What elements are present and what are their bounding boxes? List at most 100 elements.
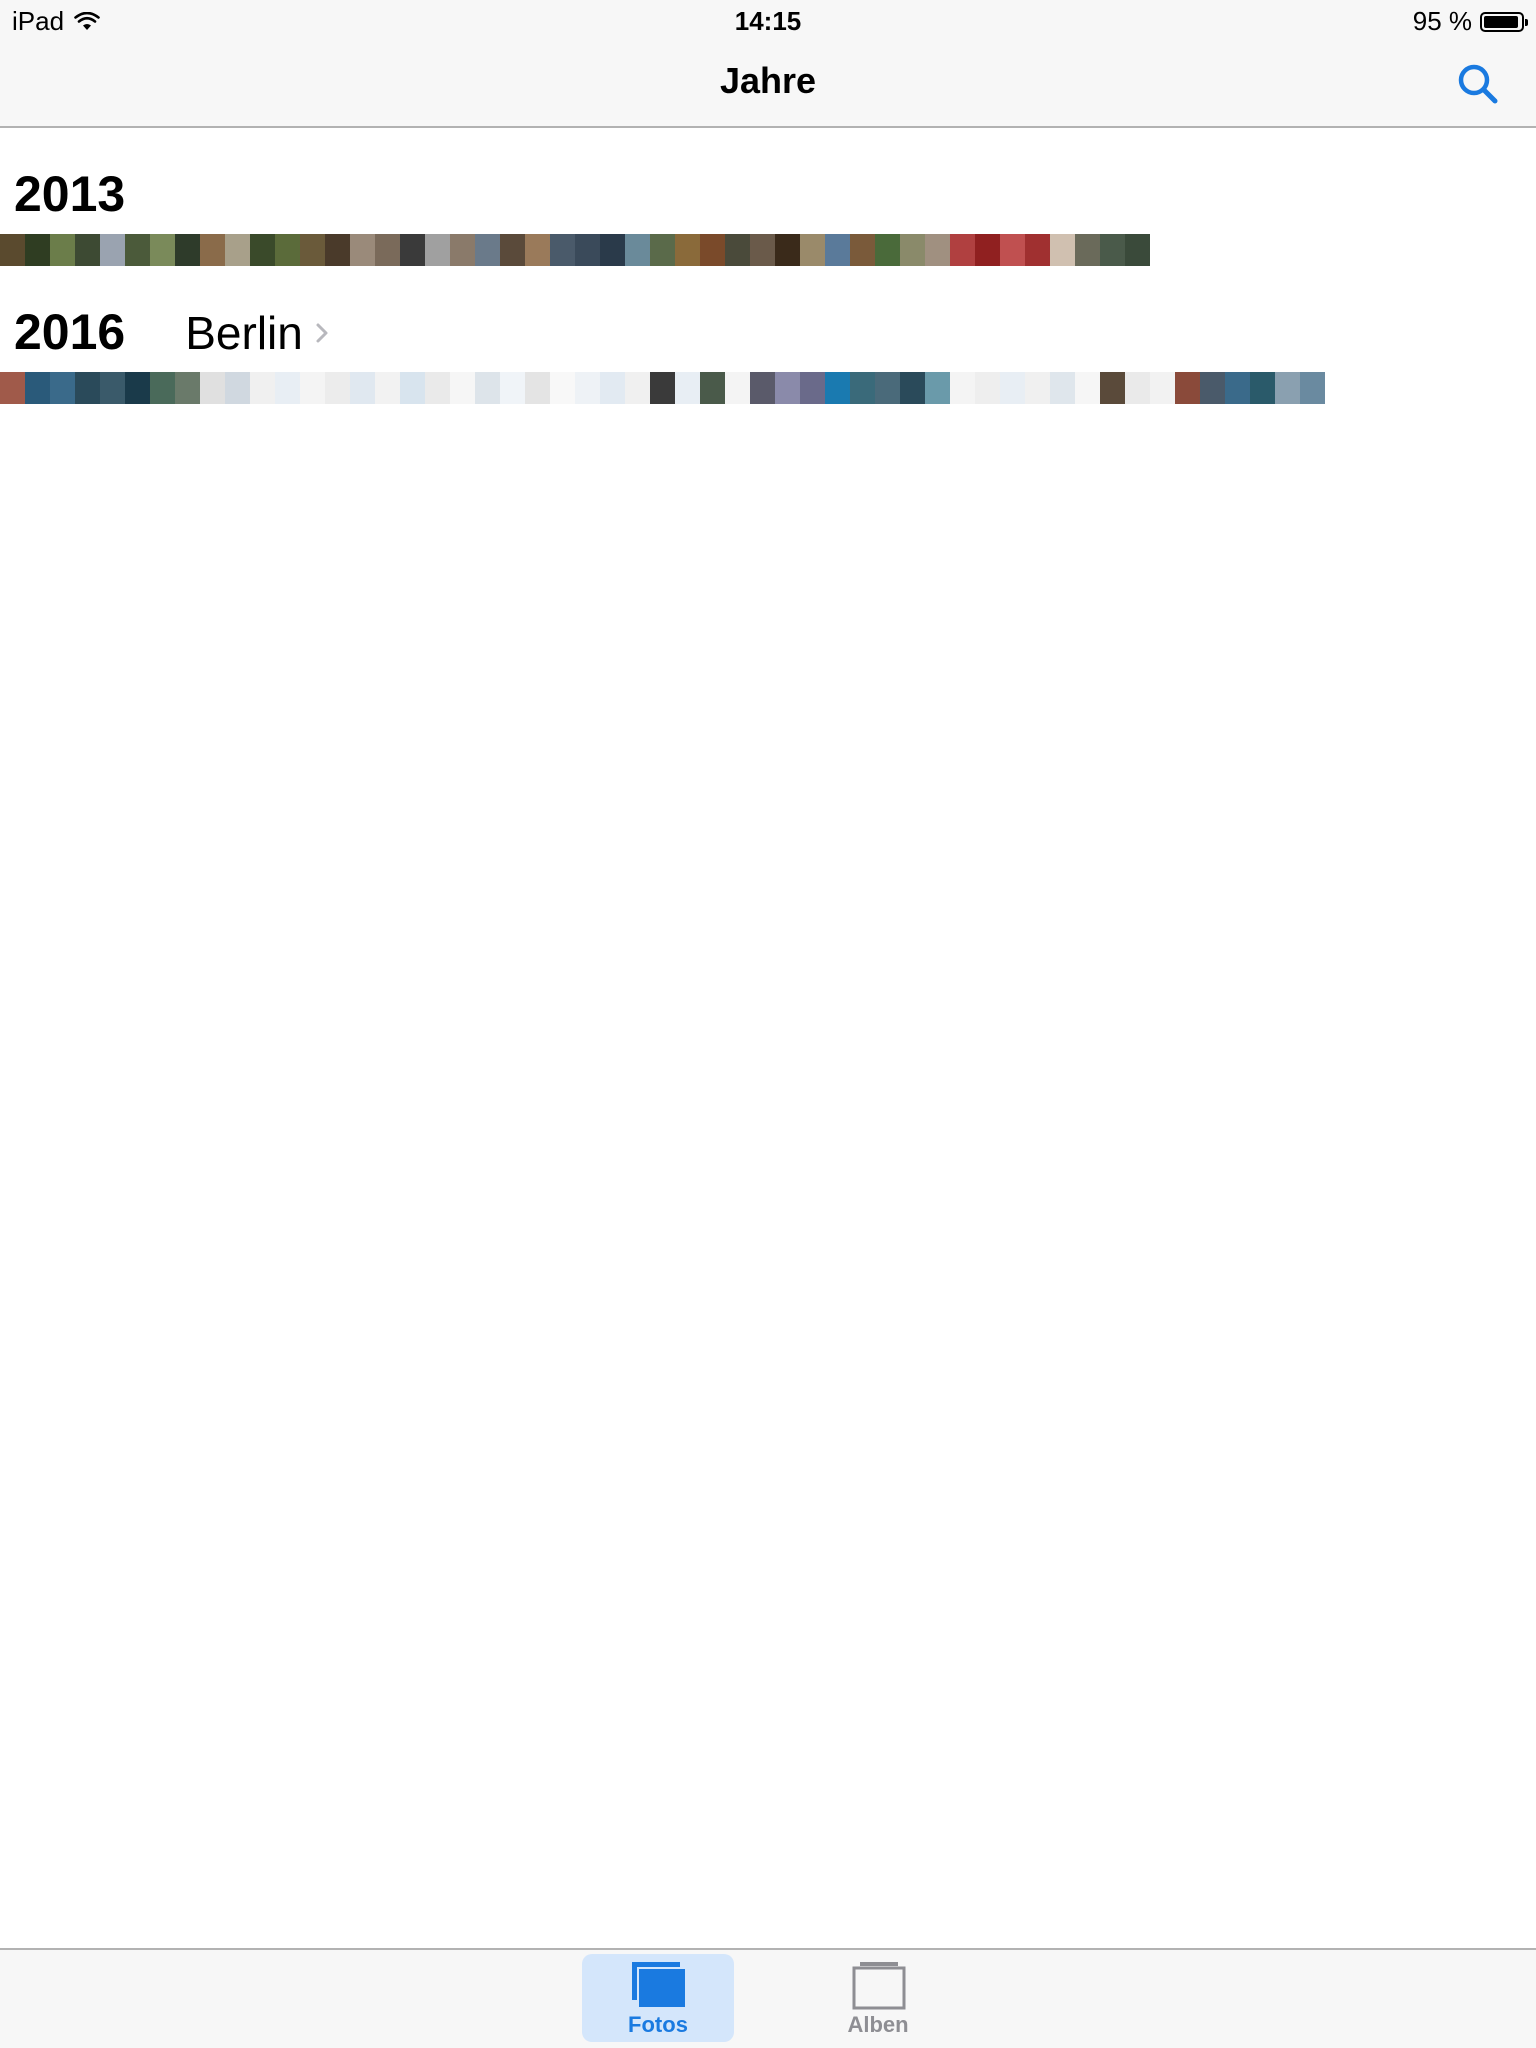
search-button[interactable] — [1456, 62, 1500, 106]
photo-thumbnail[interactable] — [200, 372, 225, 404]
photo-thumbnail[interactable] — [325, 234, 350, 266]
photo-thumbnail[interactable] — [950, 234, 975, 266]
photo-thumbnail[interactable] — [550, 372, 575, 404]
photo-thumbnail[interactable] — [600, 372, 625, 404]
photo-thumbnail[interactable] — [450, 234, 475, 266]
photo-thumbnail[interactable] — [75, 234, 100, 266]
photo-thumbnail[interactable] — [125, 372, 150, 404]
photo-thumbnail[interactable] — [150, 234, 175, 266]
photo-thumbnail[interactable] — [600, 234, 625, 266]
photo-thumbnail[interactable] — [650, 372, 675, 404]
photo-thumbnail[interactable] — [400, 234, 425, 266]
photo-thumbnail[interactable] — [800, 372, 825, 404]
photo-thumbnail[interactable] — [750, 234, 775, 266]
photo-thumbnail[interactable] — [1025, 234, 1050, 266]
photo-thumbnail[interactable] — [1225, 372, 1250, 404]
place-link-berlin[interactable]: Berlin — [185, 301, 329, 365]
photo-thumbnail[interactable] — [450, 372, 475, 404]
photo-thumbnail[interactable] — [800, 234, 825, 266]
photo-thumbnail[interactable] — [1000, 372, 1025, 404]
photo-thumbnail[interactable] — [925, 234, 950, 266]
photo-thumbnail[interactable] — [1125, 372, 1150, 404]
photo-thumbnail[interactable] — [425, 234, 450, 266]
photo-thumbnail[interactable] — [350, 372, 375, 404]
photo-strip[interactable] — [0, 372, 1536, 404]
photo-thumbnail[interactable] — [900, 234, 925, 266]
photo-strip[interactable] — [0, 234, 1536, 266]
photo-thumbnail[interactable] — [1275, 372, 1300, 404]
photo-thumbnail[interactable] — [1000, 234, 1025, 266]
photo-thumbnail[interactable] — [825, 372, 850, 404]
photo-thumbnail[interactable] — [250, 372, 275, 404]
photo-thumbnail[interactable] — [350, 234, 375, 266]
photo-thumbnail[interactable] — [325, 372, 350, 404]
photo-thumbnail[interactable] — [1250, 372, 1275, 404]
photo-thumbnail[interactable] — [1075, 234, 1100, 266]
photo-thumbnail[interactable] — [375, 234, 400, 266]
photo-thumbnail[interactable] — [25, 234, 50, 266]
photo-thumbnail[interactable] — [0, 234, 25, 266]
photo-thumbnail[interactable] — [775, 372, 800, 404]
photo-thumbnail[interactable] — [225, 372, 250, 404]
photo-thumbnail[interactable] — [100, 372, 125, 404]
photo-thumbnail[interactable] — [50, 372, 75, 404]
tab-fotos[interactable]: Fotos — [582, 1954, 734, 2042]
photo-thumbnail[interactable] — [1150, 372, 1175, 404]
photo-thumbnail[interactable] — [475, 372, 500, 404]
photo-thumbnail[interactable] — [275, 234, 300, 266]
photo-thumbnail[interactable] — [1025, 372, 1050, 404]
photo-thumbnail[interactable] — [425, 372, 450, 404]
photo-thumbnail[interactable] — [1075, 372, 1100, 404]
tab-alben[interactable]: Alben — [802, 1954, 954, 2042]
photo-thumbnail[interactable] — [300, 234, 325, 266]
photo-thumbnail[interactable] — [1300, 372, 1325, 404]
photo-thumbnail[interactable] — [200, 234, 225, 266]
photo-thumbnail[interactable] — [750, 372, 775, 404]
photo-thumbnail[interactable] — [525, 234, 550, 266]
photo-thumbnail[interactable] — [900, 372, 925, 404]
photo-thumbnail[interactable] — [625, 372, 650, 404]
photo-thumbnail[interactable] — [50, 234, 75, 266]
photo-thumbnail[interactable] — [375, 372, 400, 404]
photo-thumbnail[interactable] — [150, 372, 175, 404]
photo-thumbnail[interactable] — [850, 234, 875, 266]
photo-thumbnail[interactable] — [1200, 372, 1225, 404]
photo-thumbnail[interactable] — [975, 234, 1000, 266]
photo-thumbnail[interactable] — [875, 372, 900, 404]
photo-thumbnail[interactable] — [825, 234, 850, 266]
photo-thumbnail[interactable] — [75, 372, 100, 404]
photo-thumbnail[interactable] — [1125, 234, 1150, 266]
photo-thumbnail[interactable] — [275, 372, 300, 404]
photo-thumbnail[interactable] — [775, 234, 800, 266]
photo-thumbnail[interactable] — [1050, 372, 1075, 404]
photo-thumbnail[interactable] — [175, 372, 200, 404]
photo-thumbnail[interactable] — [525, 372, 550, 404]
photo-thumbnail[interactable] — [925, 372, 950, 404]
photo-thumbnail[interactable] — [1100, 372, 1125, 404]
photo-thumbnail[interactable] — [1100, 234, 1125, 266]
photo-thumbnail[interactable] — [550, 234, 575, 266]
photo-thumbnail[interactable] — [100, 234, 125, 266]
photo-thumbnail[interactable] — [875, 234, 900, 266]
photo-thumbnail[interactable] — [675, 234, 700, 266]
photo-thumbnail[interactable] — [125, 234, 150, 266]
photo-thumbnail[interactable] — [1050, 234, 1075, 266]
photo-thumbnail[interactable] — [725, 372, 750, 404]
photo-thumbnail[interactable] — [675, 372, 700, 404]
photo-thumbnail[interactable] — [225, 234, 250, 266]
photo-thumbnail[interactable] — [400, 372, 425, 404]
year-section-2013[interactable]: 2013 — [0, 162, 1536, 266]
photo-thumbnail[interactable] — [175, 234, 200, 266]
photo-thumbnail[interactable] — [300, 372, 325, 404]
photo-thumbnail[interactable] — [0, 372, 25, 404]
photo-thumbnail[interactable] — [650, 234, 675, 266]
year-section-2016[interactable]: 2016 Berlin — [0, 300, 1536, 404]
photo-thumbnail[interactable] — [250, 234, 275, 266]
photo-thumbnail[interactable] — [975, 372, 1000, 404]
photo-thumbnail[interactable] — [500, 234, 525, 266]
photo-thumbnail[interactable] — [850, 372, 875, 404]
photo-thumbnail[interactable] — [500, 372, 525, 404]
photo-thumbnail[interactable] — [700, 234, 725, 266]
photo-thumbnail[interactable] — [725, 234, 750, 266]
photo-thumbnail[interactable] — [950, 372, 975, 404]
